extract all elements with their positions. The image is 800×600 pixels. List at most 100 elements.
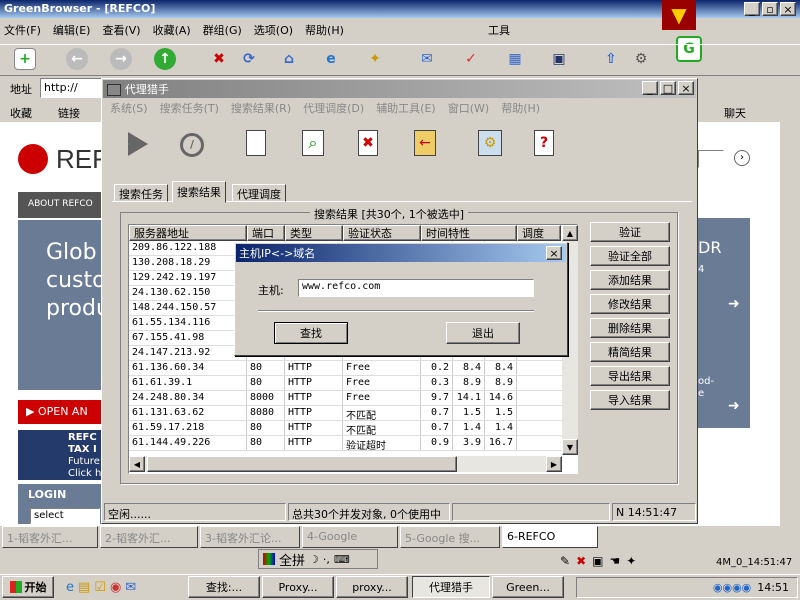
menu-file[interactable]: 文件(F) (4, 22, 41, 40)
settings-icon[interactable]: ⚙ (478, 130, 502, 156)
new-doc-icon[interactable] (246, 130, 266, 156)
browser-tab-4[interactable]: 4-Google (302, 526, 398, 548)
mail-icon[interactable]: ✉ (416, 48, 438, 70)
pin-icon[interactable]: ✦ (626, 554, 636, 568)
start-button[interactable]: 开始 (2, 576, 54, 598)
table-row[interactable]: 61.61.39.1 80 HTTP Free 0.3 8.9 8.9 (129, 376, 577, 391)
proxy-menu-tools[interactable]: 辅助工具(E) (376, 100, 436, 116)
tab-search-results[interactable]: 搜索结果 (172, 181, 226, 203)
taskbar-item-find[interactable]: 查找:... (188, 576, 260, 598)
tray-icons[interactable]: ◉◉◉◉ (713, 581, 751, 594)
scroll-thumb[interactable] (147, 456, 457, 472)
help-icon[interactable]: ? (534, 130, 554, 156)
proxy-menu-help[interactable]: 帮助(H) (501, 100, 540, 116)
delete-result-button[interactable]: 删除结果 (590, 318, 670, 338)
globe-icon[interactable]: ◉ (110, 580, 121, 595)
gear-icon[interactable]: ⚙ (630, 48, 652, 70)
forward-icon[interactable]: → (110, 48, 132, 70)
search-go-icon[interactable]: › (734, 150, 750, 166)
scroll-down-button[interactable]: ▼ (562, 439, 578, 455)
ie-icon[interactable]: e (320, 48, 342, 70)
tab-search-task[interactable]: 搜索任务 (114, 184, 168, 202)
table-row[interactable]: 61.144.49.226 80 HTTP 验证超时 0.9 3.9 16.7 (129, 436, 577, 451)
folder-icon[interactable]: ▤ (78, 580, 90, 595)
table-row[interactable]: 61.59.17.218 80 HTTP 不匹配 0.7 1.4 1.4 (129, 421, 577, 436)
menu-help[interactable]: 帮助(H) (305, 22, 344, 40)
table-row[interactable]: 24.248.80.34 8000 HTTP Free 9.7 14.1 14.6 (129, 391, 577, 406)
keyboard-icon[interactable]: ⌨ (334, 553, 350, 566)
proxy-close-button[interactable]: × (678, 81, 694, 95)
address-input[interactable]: http:// (40, 78, 102, 98)
mail-quick-icon[interactable]: ✉ (125, 580, 136, 595)
clipboard-icon[interactable]: ← (414, 130, 436, 156)
check-icon[interactable]: ☑ (94, 580, 106, 595)
restore-button[interactable]: ▫ (762, 2, 778, 16)
close-button[interactable]: × (780, 2, 796, 16)
host-input[interactable]: www.refco.com (298, 279, 534, 297)
taskbar-item-proxy2[interactable]: proxy... (336, 576, 408, 598)
right-arrow-icon[interactable]: ➜ (728, 296, 740, 312)
search-doc-icon[interactable]: ⌕ (302, 130, 324, 156)
scroll-right-button[interactable]: ▶ (546, 456, 562, 472)
login-select[interactable]: select (30, 508, 100, 524)
simplify-result-button[interactable]: 精简结果 (590, 342, 670, 362)
menu-favorites[interactable]: 收藏(A) (153, 22, 191, 40)
links-label[interactable]: 链接 (58, 105, 80, 121)
column-header[interactable]: 类型 (285, 225, 343, 241)
minimize-button[interactable]: _ (744, 2, 760, 16)
scroll-left-button[interactable]: ◀ (129, 456, 145, 472)
save-icon[interactable]: ▣ (548, 48, 570, 70)
play-icon[interactable] (128, 132, 148, 156)
menu-view[interactable]: 查看(V) (102, 22, 140, 40)
horizontal-scrollbar[interactable]: ◀ ▶ (129, 456, 562, 472)
grid-icon[interactable]: ▦ (504, 48, 526, 70)
add-icon[interactable]: + (14, 48, 36, 70)
proxy-menu-window[interactable]: 窗口(W) (448, 100, 489, 116)
chat-label[interactable]: 聊天 (724, 105, 746, 121)
proxy-maximize-button[interactable]: □ (660, 81, 676, 95)
search-box[interactable] (698, 150, 724, 168)
favorites-label[interactable]: 收藏 (10, 105, 32, 121)
find-button[interactable]: 查找 (274, 322, 348, 344)
menu-options[interactable]: 选项(O) (254, 22, 293, 40)
exit-button[interactable]: 退出 (446, 322, 520, 344)
browser-tab-3[interactable]: 3-韬客外汇论... (200, 526, 300, 548)
ime-bar[interactable]: 全拼 ☽ ·, ⌨ (258, 549, 378, 569)
punct-icon[interactable]: ·, (323, 553, 330, 566)
x-icon[interactable]: ✖ (576, 554, 586, 568)
browser-tab-2[interactable]: 2-韬客外汇... (100, 526, 198, 548)
table-row[interactable]: 61.131.63.62 8080 HTTP 不匹配 0.7 1.5 1.5 (129, 406, 577, 421)
taskbar-item-proxy-hunter[interactable]: 代理猎手 (412, 576, 490, 598)
upload-icon[interactable]: ⇧ (600, 48, 622, 70)
edit-result-button[interactable]: 修改结果 (590, 294, 670, 314)
add-result-button[interactable]: 添加结果 (590, 270, 670, 290)
scroll-up-button[interactable]: ▲ (562, 225, 578, 241)
proxy-menu-schedule[interactable]: 代理调度(D) (303, 100, 364, 116)
column-header[interactable]: 验证状态 (343, 225, 421, 241)
wand-icon[interactable]: ✦ (364, 48, 386, 70)
menu-edit[interactable]: 编辑(E) (53, 22, 91, 40)
taskbar-item-green[interactable]: Green... (492, 576, 564, 598)
column-header[interactable]: 时间特性 (421, 225, 517, 241)
verify-all-button[interactable]: 验证全部 (590, 246, 670, 266)
up-icon[interactable]: ↑ (154, 48, 176, 70)
pen-icon[interactable]: ✎ (560, 554, 570, 568)
tab-proxy-schedule[interactable]: 代理调度 (232, 184, 286, 202)
down-arrow-icon[interactable]: ▼ (662, 0, 696, 30)
hand-icon[interactable]: ☚ (609, 554, 620, 568)
verify-button[interactable]: 验证 (590, 222, 670, 242)
proxy-minimize-button[interactable]: _ (642, 81, 658, 95)
import-result-button[interactable]: 导入结果 (590, 390, 670, 410)
table-row[interactable]: 61.136.60.34 80 HTTP Free 0.2 8.4 8.4 (129, 361, 577, 376)
back-icon[interactable]: ← (66, 48, 88, 70)
proxy-menu-system[interactable]: 系统(S) (110, 100, 148, 116)
browser-tab-1[interactable]: 1-韬客外汇... (2, 526, 98, 548)
menu-group[interactable]: 群组(G) (203, 22, 242, 40)
window-icon[interactable]: ▣ (592, 554, 603, 568)
column-header[interactable]: 端口 (247, 225, 285, 241)
export-result-button[interactable]: 导出结果 (590, 366, 670, 386)
right-arrow-icon[interactable]: ➜ (728, 398, 740, 414)
taskbar-item-proxy1[interactable]: Proxy... (262, 576, 334, 598)
stop-circle-icon[interactable]: / (180, 133, 204, 157)
spell-icon[interactable]: ✓ (460, 48, 482, 70)
